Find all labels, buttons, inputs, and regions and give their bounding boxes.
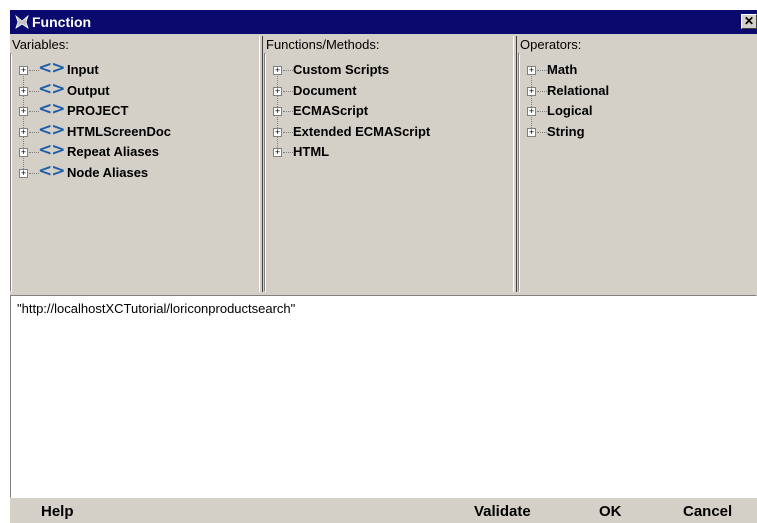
expand-icon[interactable]: +: [19, 127, 28, 137]
tree-connector-line: [283, 111, 293, 112]
tree-connector-line: [23, 116, 24, 128]
tree-connector-line: [531, 75, 532, 87]
help-button[interactable]: Help: [41, 500, 74, 523]
app-icon: [15, 15, 29, 29]
tree-connector-line: [283, 131, 293, 133]
function-item-label: ECMAScript: [293, 103, 369, 118]
expand-icon[interactable]: +: [19, 168, 28, 178]
expand-icon[interactable]: +: [273, 148, 282, 157]
function-item-label: Extended ECMAScript: [293, 123, 431, 139]
functions-header: Functions/Methods:: [266, 37, 380, 52]
operators-header: Operators:: [520, 37, 582, 52]
variable-icon: <>: [38, 160, 65, 181]
tree-connector-line: [23, 157, 24, 169]
validate-button[interactable]: Validate: [474, 500, 531, 523]
variable-icon: <>: [38, 58, 65, 78]
function-item-label: HTML: [293, 144, 330, 159]
panel-splitter-1[interactable]: [259, 36, 263, 292]
tree-connector-line: [537, 111, 547, 112]
ok-button[interactable]: OK: [599, 500, 622, 523]
variable-item-label: Output: [67, 82, 110, 98]
title-bar[interactable]: Function ✕: [10, 10, 757, 34]
tree-connector-line: [537, 90, 547, 92]
expand-icon[interactable]: +: [19, 86, 28, 96]
variable-item-label: HTMLScreenDoc: [67, 123, 172, 139]
variable-item-label: Repeat Aliases: [67, 144, 160, 159]
functions-panel: Functions/Methods: + Custom Scripts + Docum…: [264, 36, 512, 292]
variable-item-label: PROJECT: [67, 103, 129, 118]
expand-icon[interactable]: +: [273, 66, 282, 75]
operator-item-label: Relational: [547, 82, 610, 98]
tree-connector-line: [277, 116, 278, 128]
tree-connector-line: [283, 90, 293, 92]
function-item-label: Document: [293, 82, 357, 98]
expression-text[interactable]: "http://localhostXCTutorial/loriconprodu…: [17, 301, 295, 316]
operator-item-label: Math: [547, 62, 578, 77]
expand-icon[interactable]: +: [527, 66, 536, 75]
operators-panel: Operators: + Math + Relational + Logical + Stri…: [518, 36, 757, 292]
tree-connector-line: [23, 75, 24, 87]
expand-icon[interactable]: +: [19, 107, 28, 116]
function-dialog: Function ✕ Variables: + <> Input + <> Output +…: [10, 10, 757, 523]
operator-item-label: String: [547, 123, 585, 139]
function-item-label: Custom Scripts: [293, 62, 390, 77]
panel-splitter-2[interactable]: [513, 36, 517, 292]
variable-icon: <>: [38, 119, 65, 140]
expression-editor[interactable]: "http://localhostXCTutorial/loriconprodu…: [10, 295, 757, 498]
close-button[interactable]: ✕: [741, 14, 757, 29]
variable-item-label: Input: [67, 62, 99, 77]
variables-tree[interactable]: + <> Input + <> Output + <> PROJECT + <> HTMLScreen…: [10, 53, 171, 292]
expand-icon[interactable]: +: [273, 127, 282, 137]
button-bar: Help Validate OK Cancel: [10, 500, 757, 523]
close-icon: ✕: [743, 14, 755, 28]
variables-panel: Variables: + <> Input + <> Output + <> PROJECT + <…: [10, 36, 258, 292]
operator-item-label: Logical: [547, 103, 593, 118]
variable-icon: <>: [38, 140, 65, 160]
variable-icon: <>: [38, 99, 65, 119]
tree-connector-line: [283, 152, 293, 153]
expand-icon[interactable]: +: [527, 127, 536, 137]
tree-connector-line: [531, 116, 532, 128]
tree-connector-line: [277, 75, 278, 87]
expand-icon[interactable]: +: [527, 86, 536, 96]
expand-icon[interactable]: +: [19, 66, 28, 75]
expand-icon[interactable]: +: [273, 107, 282, 116]
tree-connector-line: [283, 70, 293, 71]
tree-connector-line: [537, 70, 547, 71]
functions-tree[interactable]: + Custom Scripts + Document + ECMAScript + Exte…: [264, 53, 430, 292]
tree-connector-line: [537, 131, 547, 133]
variables-header: Variables:: [12, 37, 69, 52]
operators-tree[interactable]: + Math + Relational + Logical + String: [518, 53, 609, 292]
window-title: Function: [32, 14, 92, 30]
variable-icon: <>: [38, 78, 65, 99]
expand-icon[interactable]: +: [273, 86, 282, 96]
variable-item-label: Node Aliases: [67, 164, 149, 180]
expand-icon[interactable]: +: [19, 148, 28, 157]
expand-icon[interactable]: +: [527, 107, 536, 116]
cancel-button[interactable]: Cancel: [683, 500, 733, 523]
